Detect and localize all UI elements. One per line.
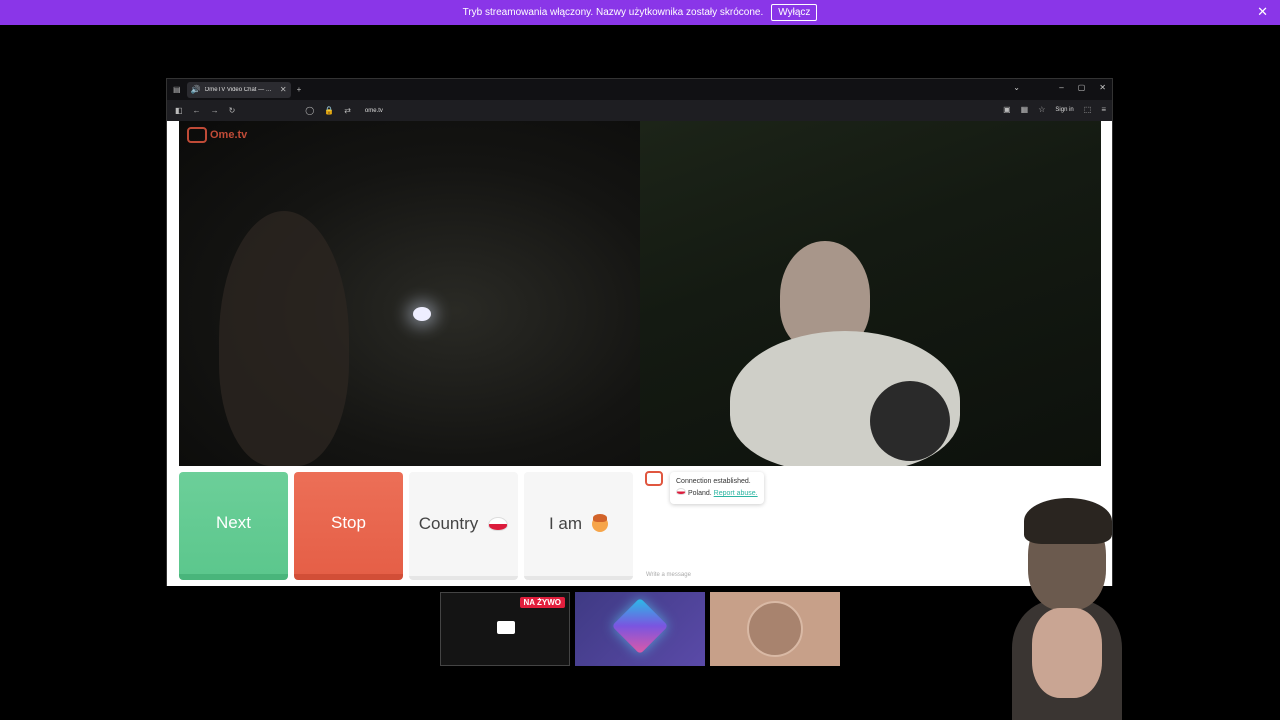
- tab-overview-icon[interactable]: ▤: [173, 85, 181, 94]
- permissions-icon[interactable]: ⇄: [344, 106, 351, 115]
- ometv-page: Ome.tv Next Stop Country I am Connection…: [167, 121, 1112, 586]
- report-abuse-link[interactable]: Report abuse.: [714, 490, 758, 497]
- connection-status: Connection established.: [676, 478, 751, 485]
- bookmark-star-icon[interactable]: ☆: [1038, 105, 1045, 114]
- monitor-icon: [497, 621, 515, 634]
- tv-logo-icon: [187, 127, 207, 143]
- crystal-cube-icon: [611, 597, 669, 655]
- game-thumbnail[interactable]: [575, 592, 705, 666]
- avatar: [747, 601, 803, 657]
- shield-icon[interactable]: ◯: [305, 106, 314, 115]
- ometv-logo[interactable]: Ome.tv: [187, 127, 247, 143]
- navigation-bar: ◧ ← → ↻ ◯ 🔒 ⇄ ome.tv ▣ ▦ ☆ Sign in ⬚ ≡: [167, 100, 1112, 121]
- stranger-video: Ome.tv: [179, 121, 640, 466]
- sign-in-button[interactable]: Sign in: [1055, 107, 1073, 113]
- boy-face-icon: [592, 514, 609, 532]
- maximize-button[interactable]: ▢: [1078, 83, 1086, 92]
- next-label: Next: [216, 513, 251, 532]
- streaming-mode-banner: Tryb streamowania włączony. Nazwy użytko…: [0, 0, 1280, 25]
- tab-bar: ▤ 🔊 OmeTV Video Chat — Ome ✕ + ⌄ – ▢ ✕: [167, 79, 1112, 100]
- i-am-button[interactable]: I am: [524, 472, 633, 580]
- country-label: Country: [418, 514, 479, 533]
- speaker-icon[interactable]: 🔊: [191, 85, 201, 94]
- window-controls: – ▢ ✕: [1059, 83, 1106, 92]
- system-message: Connection established. Poland. Report a…: [670, 472, 764, 504]
- tab-close-icon[interactable]: ✕: [280, 85, 287, 94]
- streamer-hands: [1032, 608, 1102, 698]
- chevron-down-icon[interactable]: ⌄: [1013, 83, 1020, 92]
- chat-country: Poland.: [687, 490, 712, 497]
- logo-text: Ome.tv: [210, 129, 248, 141]
- tv-logo-icon: [645, 471, 663, 486]
- tab-ometv[interactable]: 🔊 OmeTV Video Chat — Ome ✕: [186, 81, 291, 98]
- close-window-button[interactable]: ✕: [1099, 83, 1106, 92]
- forward-icon[interactable]: →: [211, 106, 219, 115]
- control-buttons: Next Stop Country I am: [179, 472, 633, 580]
- streamer-hair: [1024, 498, 1112, 544]
- browser-window: ▤ 🔊 OmeTV Video Chat — Ome ✕ + ⌄ – ▢ ✕ ◧…: [166, 78, 1113, 586]
- disable-streaming-button[interactable]: Wyłącz: [771, 4, 818, 21]
- streamer-webcam: [990, 490, 1160, 720]
- screenshot-icon[interactable]: ▦: [1021, 105, 1029, 114]
- url-field[interactable]: ome.tv: [365, 108, 383, 114]
- poland-flag-icon: [488, 517, 509, 531]
- avatar-thumbnail[interactable]: [710, 592, 840, 666]
- new-tab-button[interactable]: +: [297, 85, 302, 94]
- live-badge: NA ŻYWO: [519, 597, 565, 608]
- back-icon[interactable]: ←: [193, 106, 201, 115]
- sidebar-toggle-icon[interactable]: ◧: [175, 106, 183, 115]
- i-am-label: I am: [548, 514, 583, 533]
- minimize-button[interactable]: –: [1059, 83, 1063, 92]
- reader-icon[interactable]: ▣: [1003, 105, 1011, 114]
- poland-flag-icon: [676, 488, 686, 495]
- live-stream-thumbnail[interactable]: NA ŻYWO: [440, 592, 570, 666]
- stop-button[interactable]: Stop: [294, 472, 403, 580]
- nav-right-tools: ▣ ▦ ☆ Sign in ⬚ ≡: [1003, 105, 1106, 114]
- menu-icon[interactable]: ≡: [1101, 105, 1106, 114]
- own-video: [640, 121, 1101, 466]
- extensions-icon[interactable]: ⬚: [1084, 105, 1092, 114]
- country-button[interactable]: Country: [409, 472, 518, 580]
- message-input[interactable]: Write a message: [646, 572, 691, 578]
- streaming-mode-message: Tryb streamowania włączony. Nazwy użytko…: [462, 7, 764, 18]
- stop-label: Stop: [331, 513, 366, 532]
- close-icon[interactable]: ✕: [1257, 4, 1268, 20]
- microphone: [870, 381, 950, 461]
- lamp-light: [413, 307, 431, 321]
- tab-title: OmeTV Video Chat — Ome: [204, 86, 276, 93]
- lock-icon[interactable]: 🔒: [324, 106, 334, 115]
- next-button[interactable]: Next: [179, 472, 288, 580]
- reload-icon[interactable]: ↻: [229, 106, 236, 115]
- stranger-figure: [219, 211, 349, 466]
